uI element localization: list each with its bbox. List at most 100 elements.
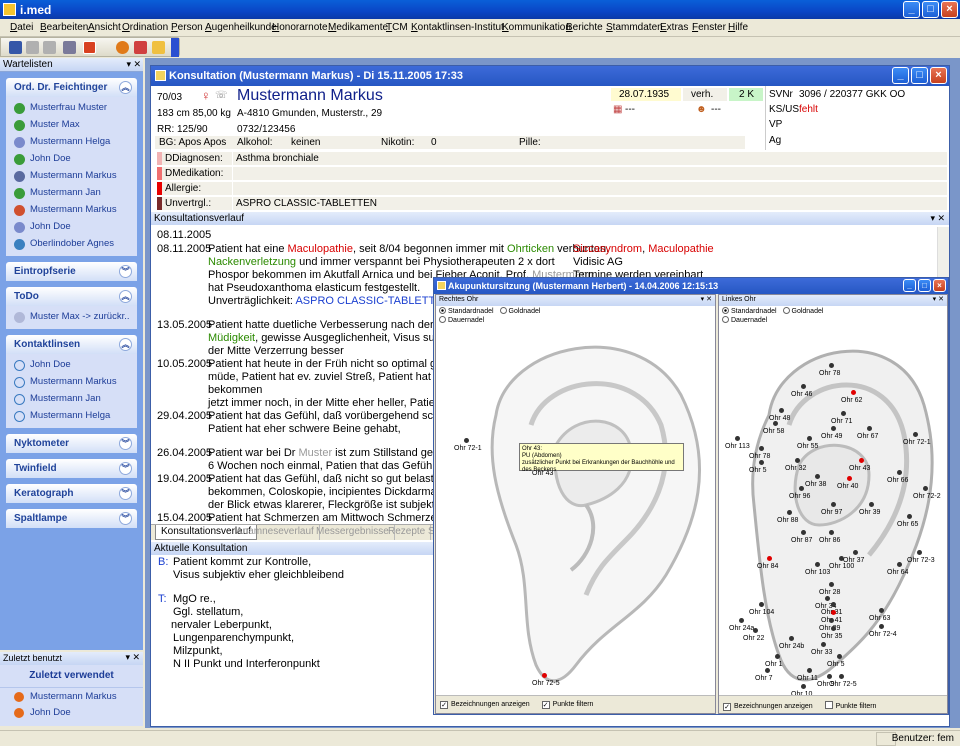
chevron-up-icon[interactable]: ︽	[119, 290, 132, 303]
med-row-value[interactable]	[233, 167, 947, 180]
record-icon[interactable]	[83, 41, 96, 54]
ear-point[interactable]: Ohr 22	[743, 628, 764, 642]
ear-point[interactable]: Ohr 67	[857, 426, 878, 440]
ear-point[interactable]: Ohr 46	[791, 384, 812, 398]
menu-ansicht[interactable]: Ansicht	[88, 22, 121, 33]
ear-point[interactable]: Ohr 86	[819, 530, 840, 544]
sidebar-item[interactable]: Mustermann Markus	[6, 202, 137, 219]
menu-datei[interactable]: Datei	[10, 22, 33, 33]
ear-point[interactable]: Ohr 64	[887, 562, 908, 576]
sidebar-group-header[interactable]: Spaltlampe ︾	[6, 509, 137, 528]
maximize-button[interactable]: □	[918, 279, 931, 292]
ear-point[interactable]: Ohr 72-1	[903, 432, 931, 446]
sidebar-item[interactable]: Muster Max -> zurückr..	[6, 309, 137, 326]
ear-point[interactable]: Ohr 24a	[729, 618, 754, 632]
ear-point[interactable]: Ohr 72-2	[913, 486, 941, 500]
ear-point[interactable]: Ohr 62	[841, 390, 862, 404]
sidebar-group-header[interactable]: Nyktometer ︾	[6, 434, 137, 453]
contact-icon[interactable]: ☻	[696, 104, 707, 115]
ear-point[interactable]: Ohr 24b	[779, 636, 804, 650]
filter-points-checkbox[interactable]: ✓	[541, 701, 550, 709]
maximize-button[interactable]: □	[922, 1, 939, 18]
ear-point[interactable]: Ohr 72-3	[907, 550, 935, 564]
sidebar-item[interactable]: John Doe	[6, 357, 137, 374]
show-labels-checkbox[interactable]: ✓	[440, 701, 448, 709]
radio-dauer[interactable]	[439, 316, 446, 323]
ear-point[interactable]: Ohr 1	[765, 654, 783, 668]
menu-kommunikation[interactable]: Kommunikation	[502, 22, 571, 33]
menu-ordination[interactable]: Ordination	[122, 22, 168, 33]
ear-point[interactable]: Ohr 71	[831, 411, 852, 425]
ear-point[interactable]: Ohr 103	[805, 562, 830, 576]
chevron-down-icon[interactable]: ︾	[119, 265, 132, 278]
menu-extras[interactable]: Extras	[660, 22, 688, 33]
menu-tcm[interactable]: TCM	[386, 22, 408, 33]
menu-stammdaten[interactable]: Stammdaten	[606, 22, 663, 33]
ear-point[interactable]: Ohr 88	[777, 510, 798, 524]
phone-icon[interactable]: ☏	[215, 90, 228, 101]
sidebar-item[interactable]: Mustermann Markus	[6, 168, 137, 185]
ear-point[interactable]: Ohr 78	[749, 446, 770, 460]
sidebar-item[interactable]: Mustermann Helga	[6, 134, 137, 151]
sidebar-group-header[interactable]: Twinfield ︾	[6, 459, 137, 478]
close-button[interactable]: ×	[930, 67, 947, 84]
sidebar-group-header[interactable]: Keratograph ︾	[6, 484, 137, 503]
med-row-value[interactable]: Asthma bronchiale	[233, 152, 947, 165]
ear-point[interactable]: Ohr 11	[797, 668, 818, 682]
right-ear-drawing[interactable]	[436, 325, 715, 695]
radio-gold[interactable]	[782, 307, 790, 314]
minimize-button[interactable]: _	[903, 1, 920, 18]
menu-bearbeiten[interactable]: Bearbeiten	[40, 22, 88, 33]
ear-point[interactable]: Ohr 33	[811, 642, 832, 656]
chevron-up-icon[interactable]: ︽	[119, 81, 132, 94]
radio-dauer[interactable]	[722, 316, 729, 323]
radio-gold[interactable]	[499, 307, 507, 314]
ear-point[interactable]: Ohr 66	[887, 470, 908, 484]
ear-point[interactable]: Ohr 32	[785, 458, 806, 472]
med-row-value[interactable]: ASPRO CLASSIC-TABLETTEN	[233, 197, 947, 210]
ear-point[interactable]: Ohr 63	[869, 608, 890, 622]
sidebar-group-header[interactable]: Eintropfserie ︾	[6, 262, 137, 281]
pane-close-icon[interactable]: ▾ ✕	[933, 295, 944, 303]
minimize-button[interactable]: _	[892, 67, 909, 84]
close-button[interactable]: ×	[933, 279, 946, 292]
ear-point[interactable]: Ohr 38	[805, 474, 826, 488]
sidebar-group-header[interactable]: Kontaktlinsen ︽	[6, 335, 137, 354]
ear-point[interactable]: Ohr 5	[827, 654, 845, 668]
ear-point[interactable]: Ohr 28	[819, 582, 840, 596]
ear-point[interactable]: Ohr 48	[769, 408, 790, 422]
menu-honorarnote[interactable]: Honorarnote	[272, 22, 328, 33]
pane-close-icon[interactable]: ▾ ✕	[125, 652, 140, 663]
sidebar-item[interactable]: Mustermann Jan	[6, 391, 137, 408]
maximize-button[interactable]: □	[911, 67, 928, 84]
ear-point[interactable]: Ohr 29	[819, 618, 840, 632]
sidebar-item[interactable]: Mustermann Helga	[6, 408, 137, 425]
ear-point[interactable]: Ohr 100	[829, 556, 854, 570]
ear-point[interactable]: Ohr 72-1	[454, 438, 482, 452]
ear-point[interactable]: Ohr 43	[849, 458, 870, 472]
ear-point[interactable]: Ohr 35	[821, 626, 842, 640]
sidebar-item[interactable]: Mustermann Jan	[6, 185, 137, 202]
ear-point[interactable]: Ohr 49	[821, 426, 842, 440]
ear-point[interactable]: Ohr 78	[819, 363, 840, 377]
menu-medikamente[interactable]: Medikamente	[328, 22, 388, 33]
chevron-up-icon[interactable]: ︽	[119, 338, 132, 351]
ear-point[interactable]: Ohr 96	[789, 486, 810, 500]
pane-close-icon[interactable]: ▾ ✕	[126, 59, 141, 70]
sidebar-item[interactable]: John Doe	[6, 219, 137, 236]
sidebar-item[interactable]: Muster Max	[6, 117, 137, 134]
ear-point[interactable]: Ohr 113	[725, 436, 750, 450]
ear-point[interactable]: Ohr 65	[897, 514, 918, 528]
recent-item[interactable]: John Doe	[0, 704, 143, 720]
ear-point[interactable]: Ohr 39	[859, 502, 880, 516]
toolbar-overflow-button[interactable]	[171, 38, 179, 57]
sidebar-item[interactable]: Musterfrau Muster	[6, 100, 137, 117]
delete-icon[interactable]	[43, 41, 56, 54]
ear-point[interactable]: Ohr 87	[791, 530, 812, 544]
radio-standard[interactable]	[722, 307, 729, 314]
sidebar-group-header[interactable]: Ord. Dr. Feichtinger ︽	[6, 78, 137, 97]
menu-berichte[interactable]: Berichte	[566, 22, 603, 33]
print-icon[interactable]	[63, 41, 76, 54]
menu-person[interactable]: Person	[171, 22, 203, 33]
patient-icon[interactable]	[116, 41, 129, 54]
